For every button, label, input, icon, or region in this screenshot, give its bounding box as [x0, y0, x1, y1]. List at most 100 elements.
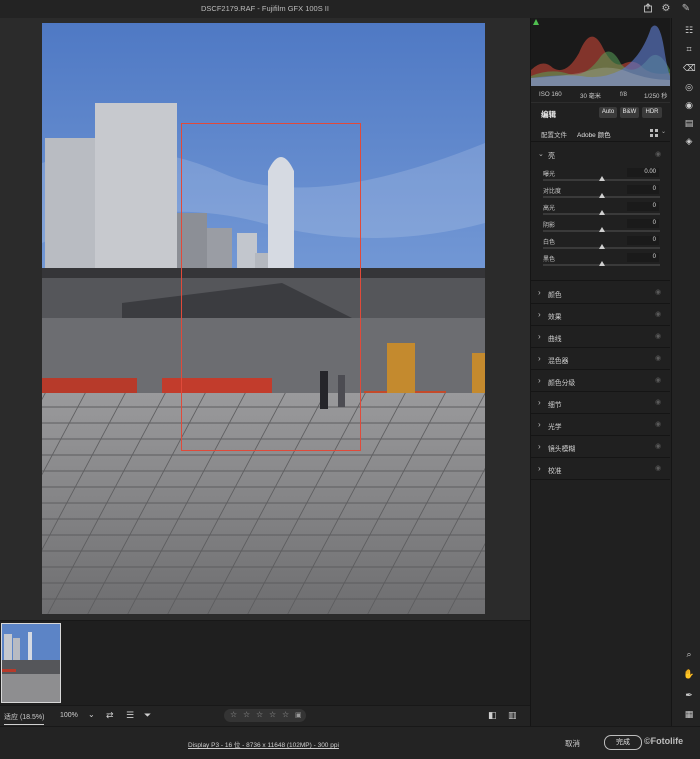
histogram-graph [531, 25, 670, 86]
section-label: 细节 [548, 402, 562, 409]
file-info-link[interactable]: Display P3 - 16 位 - 8736 x 11648 (102MP)… [188, 739, 339, 749]
before-after-icon[interactable]: ◧ [488, 710, 497, 721]
slider-label: 曝光 [543, 172, 556, 178]
slider-value-field[interactable]: 0 [627, 202, 659, 211]
slider-knob[interactable] [598, 210, 605, 215]
zoom-dropdown-caret[interactable]: ⌄ [88, 710, 95, 719]
section-label: 颜色 [548, 292, 562, 299]
chevron-right-icon: › [538, 398, 541, 407]
profile-value: Adobe 颜色 [577, 132, 611, 139]
slider-knob[interactable] [598, 176, 605, 181]
sliders-icon[interactable]: ☷ [683, 24, 695, 36]
section-header[interactable]: › 光学 ◉ [531, 414, 670, 436]
slider-row: 高光 0 [531, 202, 670, 220]
eye-icon[interactable]: ◉ [655, 376, 661, 384]
bw-button[interactable]: B&W [620, 107, 639, 118]
split-view-icon[interactable]: ▥ [508, 710, 517, 721]
histogram[interactable] [531, 18, 670, 86]
star-rating[interactable]: ☆ ☆ ☆ ☆ ☆ ▣ [224, 709, 306, 722]
status-bar: Display P3 - 16 位 - 8736 x 11648 (102MP)… [0, 726, 700, 759]
slider-knob[interactable] [598, 193, 605, 198]
presets-icon[interactable]: ▤ [683, 117, 695, 129]
section-header[interactable]: › 细节 ◉ [531, 392, 670, 414]
star-icon[interactable]: ☆ [243, 710, 250, 719]
slider-row: 白色 0 [531, 236, 670, 254]
hdr-button[interactable]: HDR [642, 107, 662, 118]
eye-icon[interactable]: ◉ [655, 464, 661, 472]
section-header[interactable]: › 效果 ◉ [531, 304, 670, 326]
edit-title: 编辑 [541, 110, 556, 119]
section-header[interactable]: › 曲线 ◉ [531, 326, 670, 348]
exif-aperture: f/8 [620, 91, 627, 98]
slider-row: 阴影 0 [531, 219, 670, 237]
eye-icon[interactable]: ◉ [655, 442, 661, 450]
zoom-icon[interactable]: ⌕ [683, 648, 695, 660]
shadow-clipping-icon[interactable] [533, 19, 539, 25]
slider-value-field[interactable]: 0 [627, 185, 659, 194]
eraser-icon[interactable]: ⌫ [683, 62, 696, 74]
section-header[interactable]: › 颜色分级 ◉ [531, 370, 670, 392]
star-icon[interactable]: ☆ [256, 710, 263, 719]
redeye-icon[interactable]: ◉ [683, 99, 695, 111]
cancel-button[interactable]: 取消 [559, 736, 586, 751]
exif-iso: ISO 160 [539, 91, 562, 98]
done-button[interactable]: 完成 [604, 735, 642, 750]
exif-shutter: 1/250 秒 [644, 93, 668, 100]
gear-icon[interactable]: ⚙ [660, 3, 672, 15]
slider-knob[interactable] [598, 261, 605, 266]
slider-row: 对比度 0 [531, 185, 670, 203]
filmstrip-thumbnail[interactable] [1, 623, 61, 703]
chevron-right-icon: › [538, 288, 541, 297]
eye-icon[interactable]: ◉ [655, 332, 661, 340]
filter-icon[interactable]: ⏷ [144, 710, 151, 721]
profile-browser-icon[interactable] [649, 128, 659, 138]
slider-row: 黑色 0 [531, 253, 670, 271]
slider-knob[interactable] [598, 227, 605, 232]
eye-icon[interactable]: ◉ [655, 354, 661, 362]
light-section: ⌄ 亮 ◉ 曝光 0.00 对比度 0 高光 0 阴影 0 白色 0 黑色 0 [531, 145, 670, 281]
filmstrip [0, 620, 530, 706]
star-icon[interactable]: ☆ [282, 710, 289, 719]
hand-icon[interactable]: ✋ [683, 668, 695, 680]
section-header[interactable]: › 混色器 ◉ [531, 348, 670, 370]
crop-icon[interactable]: ⌗ [683, 43, 695, 55]
grid-icon[interactable]: ▦ [683, 708, 695, 720]
chevron-right-icon: › [538, 376, 541, 385]
mask-icon[interactable]: ◎ [683, 81, 695, 93]
auto-button[interactable]: Auto [599, 107, 617, 118]
slider-knob[interactable] [598, 244, 605, 249]
compare-icon[interactable]: ⇄ [106, 710, 114, 721]
fit-zoom-button[interactable]: 适应 (18.5%) [4, 712, 45, 725]
slider-label: 高光 [543, 206, 556, 212]
share-icon[interactable] [642, 3, 654, 15]
slider-label: 黑色 [543, 257, 556, 263]
sort-icon[interactable]: ☰ [126, 710, 134, 721]
section-header[interactable]: › 颜色 ◉ [531, 282, 670, 304]
chevron-right-icon: › [538, 310, 541, 319]
eye-icon[interactable]: ◉ [655, 310, 661, 318]
eye-icon[interactable]: ◉ [655, 150, 661, 158]
star-icon[interactable]: ☆ [269, 710, 276, 719]
exif-row: ISO 160 30 毫米 f/8 1/250 秒 [531, 88, 670, 103]
section-header[interactable]: › 校准 ◉ [531, 458, 670, 480]
layers-icon[interactable]: ◈ [683, 135, 695, 147]
slider-label: 对比度 [543, 189, 562, 195]
slider-value-field[interactable]: 0 [627, 219, 659, 228]
eye-icon[interactable]: ◉ [655, 420, 661, 428]
eye-icon[interactable]: ◉ [655, 288, 661, 296]
section-label: 效果 [548, 314, 562, 321]
chevron-right-icon: › [538, 332, 541, 341]
star-icon[interactable]: ☆ [230, 710, 237, 719]
slider-value-field[interactable]: 0.00 [627, 168, 659, 177]
section-header[interactable]: › 镜头模糊 ◉ [531, 436, 670, 458]
edit-pen-icon[interactable]: ✎ [680, 3, 692, 15]
zoom-100-button[interactable]: 100% [60, 712, 78, 719]
light-section-header[interactable]: ⌄ 亮 ◉ [531, 145, 670, 165]
slider-value-field[interactable]: 0 [627, 253, 659, 262]
trash-icon[interactable]: ▣ [295, 711, 302, 719]
slider-value-field[interactable]: 0 [627, 236, 659, 245]
section-label: 光学 [548, 424, 562, 431]
eyedropper-icon[interactable]: ✒ [683, 689, 695, 701]
eye-icon[interactable]: ◉ [655, 398, 661, 406]
crop-rectangle[interactable] [181, 123, 361, 451]
